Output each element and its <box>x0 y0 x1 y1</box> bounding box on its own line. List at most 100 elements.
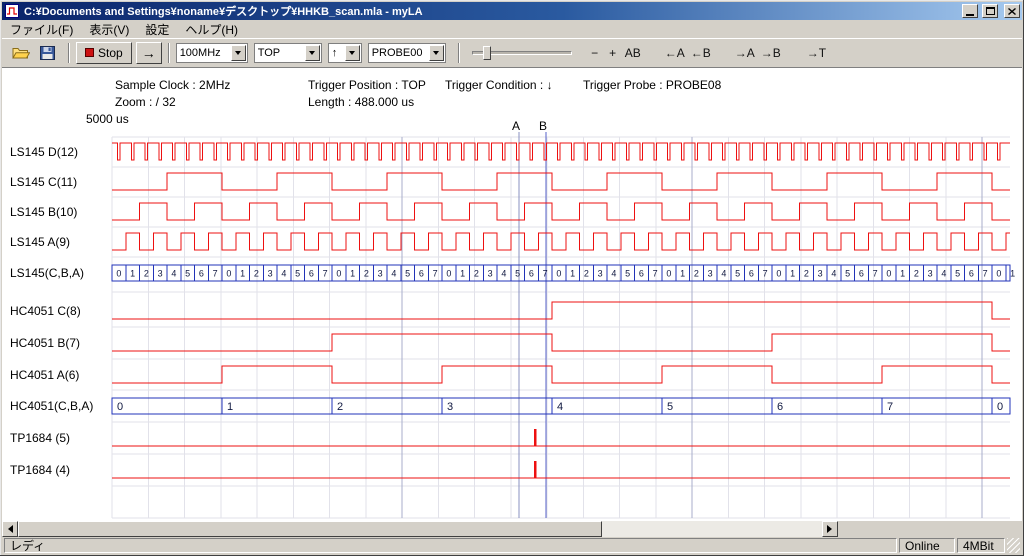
bus-value: 7 <box>653 269 658 279</box>
bus-value: 0 <box>666 269 671 279</box>
zoom-slider-thumb[interactable] <box>483 46 491 60</box>
time-scale-label: 5000 us <box>86 112 129 126</box>
status-bar: レディ Online 4MBit <box>2 537 1022 554</box>
bus-value: 7 <box>873 269 878 279</box>
zoom-in-button[interactable]: + <box>604 43 622 63</box>
menu-view[interactable]: 表示(V) <box>81 20 137 39</box>
open-file-button[interactable] <box>10 44 32 62</box>
bus-value: 4 <box>611 269 616 279</box>
bus-value: 7 <box>213 269 218 279</box>
horizontal-scrollbar[interactable] <box>2 521 838 537</box>
app-icon <box>4 4 20 18</box>
close-button[interactable] <box>1004 4 1020 18</box>
scroll-left-button[interactable] <box>2 521 18 537</box>
scroll-right-button[interactable] <box>822 521 838 537</box>
minimize-button[interactable] <box>962 4 978 18</box>
maximize-button[interactable] <box>982 4 998 18</box>
dropdown-arrow-icon[interactable] <box>429 45 444 61</box>
menu-file[interactable]: ファイル(F) <box>2 20 81 39</box>
bus-value: 0 <box>336 269 341 279</box>
cursor-b-label[interactable]: B <box>539 119 547 133</box>
bus-value: 0 <box>556 269 561 279</box>
scrollbar-thumb[interactable] <box>18 521 602 537</box>
maximize-icon <box>986 7 995 15</box>
channel-label-tp1684-5: TP1684 (5) <box>10 430 70 446</box>
move-b-left-button[interactable]: ←B <box>688 43 714 63</box>
bus-value: 0 <box>116 269 121 279</box>
bus-value: 2 <box>144 269 149 279</box>
waveform-ls145-a <box>112 233 1010 250</box>
menu-bar: ファイル(F)表示(V)設定ヘルプ(H) <box>2 20 1022 38</box>
bus-value: 1 <box>240 269 245 279</box>
sample-clock-select[interactable]: 100MHz <box>176 43 248 63</box>
channel-label-hc4051-a: HC4051 A(6) <box>10 367 79 383</box>
bus-value: 6 <box>969 269 974 279</box>
bus-value: 0 <box>776 269 781 279</box>
bus-value: 3 <box>818 269 823 279</box>
scroll-right-icon <box>827 525 836 533</box>
bus-value: 5 <box>955 269 960 279</box>
bus-value: 6 <box>529 269 534 279</box>
bus-value: 4 <box>831 269 836 279</box>
bus-value: 2 <box>914 269 919 279</box>
channel-label-hc4051-b: HC4051 B(7) <box>10 335 80 351</box>
status-memory: 4MBit <box>957 538 1005 553</box>
zoom-out-button[interactable]: − <box>586 43 604 63</box>
toolbar-separator <box>168 43 170 63</box>
trigger-position-select[interactable]: TOP <box>254 43 322 63</box>
move-a-left-button[interactable]: ←A <box>662 43 688 63</box>
trigger-probe-select[interactable]: PROBE00 <box>368 43 446 63</box>
bus-value: 2 <box>694 269 699 279</box>
bus-value: 0 <box>117 401 123 413</box>
bus-value: 3 <box>158 269 163 279</box>
bus-value: 7 <box>763 269 768 279</box>
save-file-button[interactable] <box>36 44 58 62</box>
title-bar[interactable]: C:¥Documents and Settings¥noname¥デスクトップ¥… <box>2 2 1022 20</box>
bus-value: 6 <box>419 269 424 279</box>
bus-value: 4 <box>171 269 176 279</box>
bus-value: 3 <box>447 401 453 413</box>
bus-value: 5 <box>295 269 300 279</box>
waveform-ls145-d <box>112 143 1010 160</box>
zoom-slider[interactable] <box>472 43 572 63</box>
bus-value: 6 <box>199 269 204 279</box>
close-icon <box>1008 8 1016 15</box>
zoom-ab-button[interactable]: AB <box>622 43 644 63</box>
toolbar-separator <box>68 43 70 63</box>
sample-clock-info: Sample Clock : 2MHz <box>115 78 230 92</box>
waveform-ls145-b <box>112 203 1010 220</box>
menu-settings[interactable]: 設定 <box>137 20 177 39</box>
dropdown-arrow-icon[interactable] <box>345 45 360 61</box>
cursor-a-label[interactable]: A <box>512 119 520 133</box>
bus-value: 7 <box>983 269 988 279</box>
bus-value: 4 <box>501 269 506 279</box>
bus-value: 1 <box>790 269 795 279</box>
bus-value: 2 <box>364 269 369 279</box>
resize-grip[interactable] <box>1007 538 1020 553</box>
bus-value: 1 <box>900 269 905 279</box>
move-b-right-button[interactable]: →B <box>758 43 784 63</box>
bus-value: 1 <box>680 269 685 279</box>
menu-help[interactable]: ヘルプ(H) <box>177 20 246 39</box>
channel-label-ls145-d: LS145 D(12) <box>10 144 78 160</box>
save-floppy-icon <box>40 46 55 60</box>
bus-value: 6 <box>859 269 864 279</box>
goto-trigger-button[interactable]: →T <box>804 43 829 63</box>
waveform-canvas[interactable]: 0123456701234567012345670123456701234567… <box>2 68 1022 521</box>
scroll-left-icon <box>4 525 13 533</box>
stop-button[interactable]: Stop <box>76 42 132 64</box>
move-a-right-button[interactable]: →A <box>732 43 758 63</box>
pulse-tp1684-4 <box>534 461 537 478</box>
sample-clock-value: 100MHz <box>177 47 231 59</box>
bus-value: 1 <box>460 269 465 279</box>
waveform-hc4051-c <box>112 302 1010 319</box>
dropdown-arrow-icon[interactable] <box>305 45 320 61</box>
run-button[interactable]: → <box>136 42 162 64</box>
bus-value: 5 <box>515 269 520 279</box>
trigger-edge-select[interactable]: ↑ <box>328 43 362 63</box>
dropdown-arrow-icon[interactable] <box>231 45 246 61</box>
bus-value: 1 <box>350 269 355 279</box>
bus-value: 7 <box>887 401 893 413</box>
bus-value: 3 <box>708 269 713 279</box>
bus-value: 2 <box>474 269 479 279</box>
